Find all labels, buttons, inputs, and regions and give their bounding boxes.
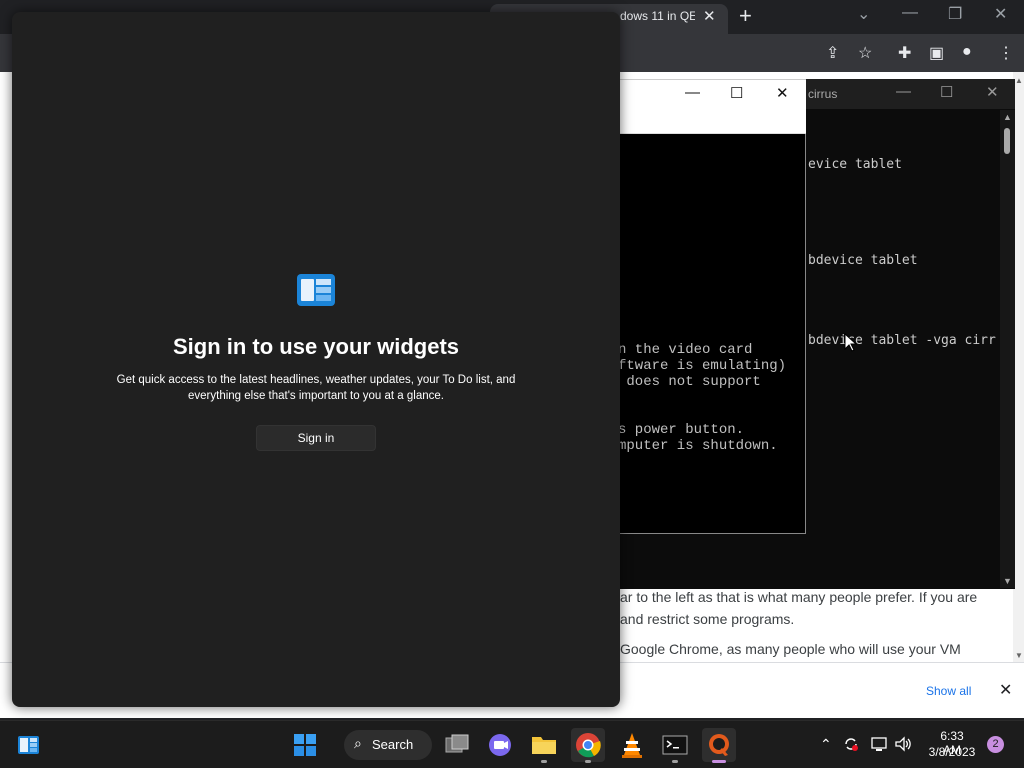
teams-chat-icon bbox=[489, 734, 511, 756]
scroll-up-icon[interactable]: ▲ bbox=[1003, 112, 1012, 122]
qemu-minimize-button[interactable]: — bbox=[685, 84, 700, 101]
chrome-taskbar-button[interactable] bbox=[571, 728, 605, 762]
terminal-taskbar-button[interactable] bbox=[658, 728, 692, 762]
article-text-line: ar to the left as that is what many peop… bbox=[620, 589, 978, 605]
teams-chat-button[interactable] bbox=[483, 728, 517, 762]
widgets-sign-in-button[interactable]: Sign in bbox=[256, 425, 376, 451]
profile-icon[interactable]: ● bbox=[962, 43, 972, 61]
article-text-line: and restrict some programs. bbox=[620, 611, 795, 627]
qemu-close-button[interactable]: ✕ bbox=[776, 84, 789, 102]
scrollbar-thumb[interactable] bbox=[1004, 128, 1010, 154]
running-indicator bbox=[585, 760, 591, 763]
terminal-scrollbar[interactable]: ▲ ▼ bbox=[1000, 110, 1015, 588]
task-view-icon bbox=[445, 734, 469, 753]
minimize-button[interactable]: — bbox=[902, 4, 918, 22]
sync-icon[interactable] bbox=[842, 735, 860, 753]
side-panel-icon[interactable]: ▣ bbox=[929, 43, 944, 63]
running-indicator bbox=[541, 760, 547, 763]
close-button[interactable]: ✕ bbox=[994, 4, 1007, 24]
widgets-heading: Sign in to use your widgets bbox=[172, 334, 460, 359]
file-explorer-button[interactable] bbox=[527, 728, 561, 762]
chrome-icon bbox=[576, 733, 601, 758]
active-window-indicator bbox=[712, 760, 726, 763]
restore-button[interactable]: ❐ bbox=[948, 4, 962, 24]
qemu-text-line: n the video card bbox=[618, 342, 753, 358]
scroll-down-icon[interactable]: ▼ bbox=[1015, 651, 1023, 660]
share-icon[interactable]: ⇪ bbox=[826, 43, 839, 63]
terminal-close-button[interactable]: ✕ bbox=[986, 83, 999, 101]
qemu-menu-bar[interactable] bbox=[620, 109, 806, 134]
qemu-text-line: does not support bbox=[618, 374, 761, 390]
scroll-down-icon[interactable]: ▼ bbox=[1003, 576, 1012, 586]
notification-badge[interactable]: 2 bbox=[987, 736, 1004, 753]
vlc-cone-icon bbox=[622, 733, 642, 758]
search-icon: ⌕ bbox=[354, 735, 362, 751]
scroll-up-icon[interactable]: ▲ bbox=[1015, 76, 1023, 85]
terminal-title: cirrus bbox=[808, 87, 838, 101]
show-all-downloads-link[interactable]: Show all bbox=[926, 684, 971, 698]
extensions-icon[interactable]: ✚ bbox=[898, 43, 911, 63]
widgets-description: Get quick access to the latest headlines… bbox=[116, 374, 516, 402]
new-tab-button[interactable]: + bbox=[739, 3, 752, 29]
mouse-cursor-icon bbox=[844, 333, 858, 352]
widgets-icon bbox=[297, 274, 335, 306]
clock-date[interactable]: 3/8/2023 bbox=[924, 745, 980, 759]
running-indicator bbox=[672, 760, 678, 763]
task-view-button[interactable] bbox=[440, 728, 474, 762]
chevron-down-icon[interactable]: ⌄ bbox=[857, 4, 870, 24]
search-label: Search bbox=[372, 737, 414, 752]
download-bar-close-icon[interactable]: ✕ bbox=[999, 680, 1012, 700]
tab-close-icon[interactable]: ✕ bbox=[703, 7, 716, 25]
terminal-maximize-button[interactable]: ☐ bbox=[940, 83, 953, 101]
qemu-display[interactable] bbox=[620, 134, 806, 534]
folder-icon bbox=[532, 737, 556, 754]
terminal-line: bdevice tablet -vga cirr bbox=[808, 333, 996, 348]
bookmark-star-icon[interactable]: ☆ bbox=[858, 43, 872, 63]
terminal-line: bdevice tablet bbox=[808, 253, 918, 268]
chrome-tab-title[interactable]: dows 11 in QEM bbox=[620, 9, 695, 23]
qemu-text-line: ftware is emulating) bbox=[618, 358, 787, 374]
qemu-text-line: s power button. bbox=[618, 422, 745, 438]
widgets-icon bbox=[18, 736, 39, 754]
qemu-text-line: mputer is shutdown. bbox=[618, 438, 778, 454]
network-icon[interactable] bbox=[870, 735, 888, 753]
vlc-taskbar-button[interactable] bbox=[615, 728, 649, 762]
article-text-line: Google Chrome, as many people who will u… bbox=[620, 641, 961, 657]
terminal-minimize-button[interactable]: — bbox=[896, 83, 911, 100]
terminal-icon bbox=[662, 735, 688, 755]
qemu-taskbar-button[interactable] bbox=[702, 728, 736, 762]
start-button[interactable] bbox=[288, 728, 322, 762]
taskbar-widgets-button[interactable] bbox=[11, 728, 45, 762]
terminal-line: evice tablet bbox=[808, 157, 902, 172]
qemu-maximize-button[interactable]: ☐ bbox=[730, 84, 743, 102]
qemu-icon bbox=[709, 734, 729, 756]
chrome-menu-icon[interactable]: ⋮ bbox=[998, 43, 1014, 63]
show-hidden-icons-chevron[interactable]: ⌃ bbox=[820, 736, 832, 753]
windows-logo-icon bbox=[294, 734, 316, 756]
volume-icon[interactable] bbox=[894, 735, 912, 753]
